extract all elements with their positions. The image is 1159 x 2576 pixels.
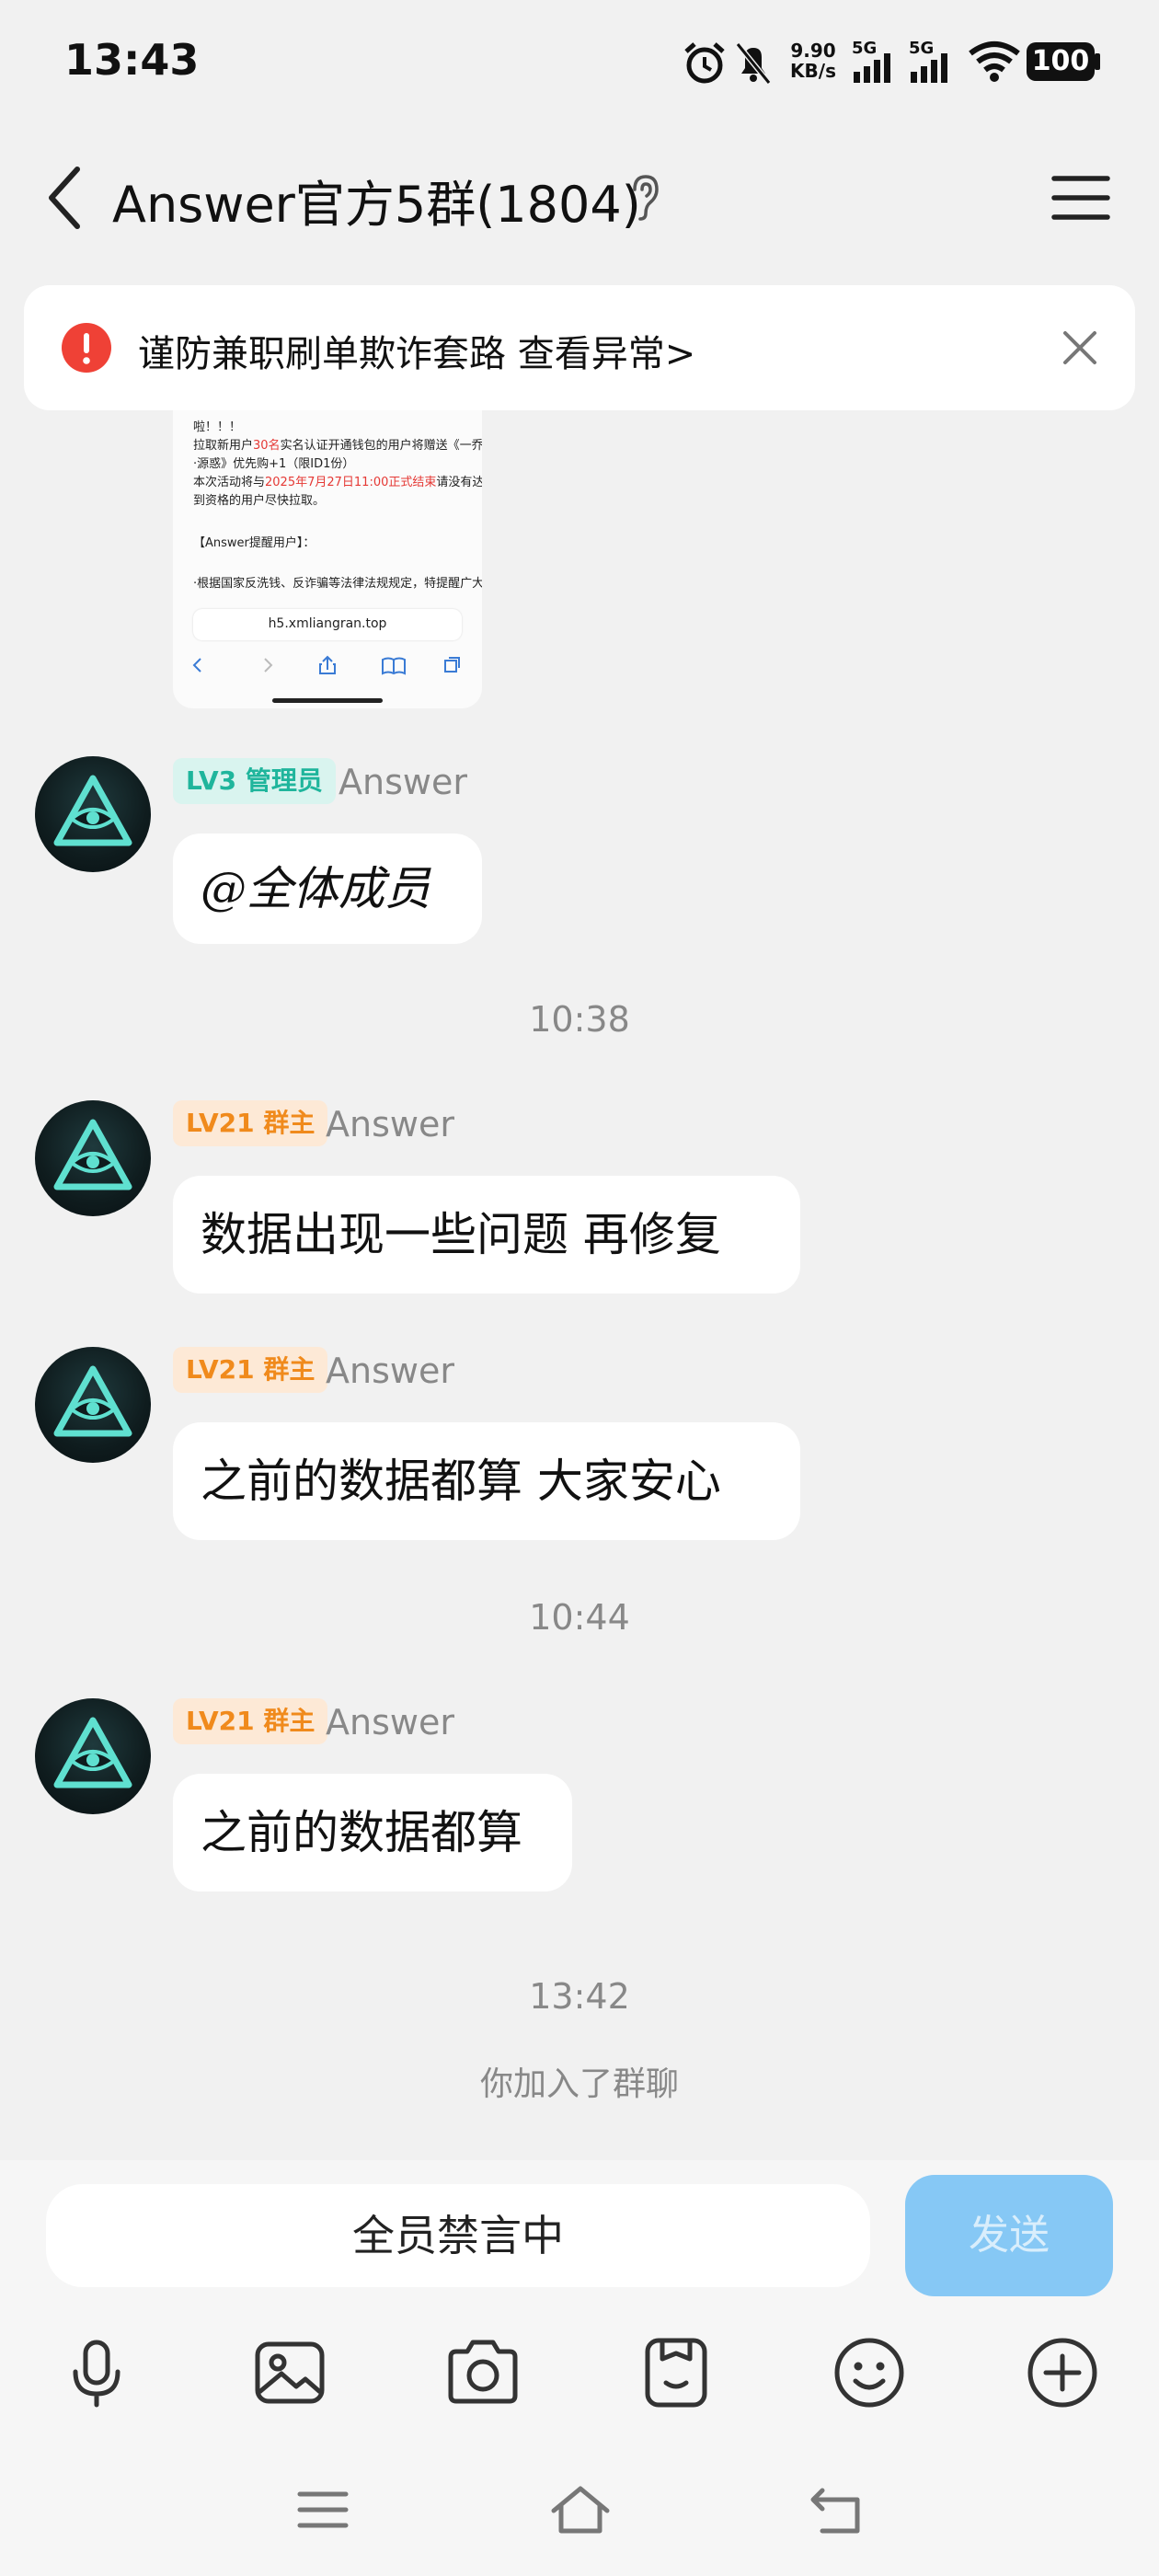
send-button[interactable]: 发送 <box>905 2175 1113 2296</box>
menu-icon[interactable] <box>291 2478 355 2542</box>
alert-icon <box>62 323 111 373</box>
sender-name[interactable]: Answer <box>339 762 467 802</box>
battery-indicator: 100 <box>1027 42 1095 81</box>
fraud-warning-banner[interactable]: 谨防兼职刷单欺诈套路 查看异常> <box>24 285 1135 410</box>
eye-triangle-logo-icon <box>53 1365 132 1437</box>
avatar[interactable] <box>35 1347 151 1463</box>
chat-menu-button[interactable] <box>1049 166 1113 230</box>
signal-2: 5G <box>909 39 955 85</box>
system-notice: 你加入了群聊 <box>479 2065 679 2103</box>
eye-triangle-logo-icon <box>53 775 132 846</box>
timestamp: 10:38 <box>529 999 630 1040</box>
mute-bell-icon <box>735 42 772 85</box>
sender-name[interactable]: Answer <box>326 1104 454 1144</box>
sticker-icon[interactable] <box>635 2331 717 2414</box>
avatar[interactable] <box>35 756 151 872</box>
status-bar: 13:43 9.90 KB/s 5G 5G 100 <box>0 0 1159 129</box>
shot-home-indicator <box>272 698 383 703</box>
emoji-icon[interactable] <box>828 2331 911 2414</box>
input-area: 全员禁言中 发送 <box>0 2160 1159 2576</box>
message-bubble[interactable]: @全体成员 <box>173 834 482 944</box>
role-badge: LV21 群主 <box>173 1100 328 1146</box>
shot-text-line: 到资格的用户尽快拉取。 <box>193 494 326 508</box>
home-icon[interactable] <box>548 2478 613 2542</box>
plus-icon[interactable] <box>1021 2331 1104 2414</box>
avatar[interactable] <box>35 1698 151 1814</box>
message-bubble[interactable]: 之前的数据都算 <box>173 1774 572 1892</box>
role-badge: LV3 管理员 <box>173 758 336 804</box>
close-icon[interactable] <box>1054 322 1106 374</box>
net-speed: 9.90 KB/s <box>790 40 836 82</box>
role-badge: LV21 群主 <box>173 1347 328 1393</box>
earpiece-mode-icon[interactable] <box>625 171 666 223</box>
shot-url-bar: h5.xmliangran.top <box>193 609 462 640</box>
chat-header: Answer官方5群(1804) <box>0 129 1159 267</box>
sender-name[interactable]: Answer <box>326 1702 454 1742</box>
back-button[interactable] <box>37 158 101 237</box>
shot-text-line: 【Answer提醒用户】： <box>193 536 316 550</box>
message-input[interactable]: 全员禁言中 <box>46 2184 870 2287</box>
message-bubble[interactable]: 数据出现一些问题 再修复 <box>173 1176 800 1294</box>
shot-browser-toolbar <box>192 655 460 675</box>
alarm-icon <box>684 42 725 84</box>
shot-text-line: 拉取新用户30名实名认证开通钱包的用户将赠送《一乔 <box>193 439 482 453</box>
shot-text-line: 本次活动将与2025年7月27日11:00正式结束请没有达 <box>193 476 482 489</box>
shot-text-line: 啦！！！ <box>193 420 242 434</box>
sender-name[interactable]: Answer <box>326 1351 454 1391</box>
role-badge: LV21 群主 <box>173 1698 328 1744</box>
timestamp: 10:44 <box>529 1597 630 1638</box>
signal-1: 5G <box>852 39 898 85</box>
battery-tip <box>1095 53 1100 70</box>
eye-triangle-logo-icon <box>53 1119 132 1190</box>
image-icon[interactable] <box>248 2331 331 2414</box>
status-time: 13:43 <box>64 35 200 85</box>
banner-text[interactable]: 谨防兼职刷单欺诈套路 查看异常> <box>138 324 695 377</box>
shot-text-line: ·源惑》优先购+1（限ID1份） <box>193 457 355 471</box>
microphone-icon[interactable] <box>55 2331 138 2414</box>
avatar[interactable] <box>35 1100 151 1216</box>
wifi-icon <box>969 41 1020 82</box>
shot-text-line: ·根据国家反洗钱、反诈骗等法律法规规定，特提醒广大 <box>193 577 482 591</box>
back-icon[interactable] <box>806 2478 870 2542</box>
timestamp: 13:42 <box>529 1976 630 2017</box>
message-bubble[interactable]: 之前的数据都算 大家安心 <box>173 1422 800 1540</box>
eye-triangle-logo-icon <box>53 1717 132 1788</box>
chat-title[interactable]: Answer官方5群(1804) <box>112 164 641 236</box>
shared-screenshot-image[interactable]: 啦！！！ 拉取新用户30名实名认证开通钱包的用户将赠送《一乔 ·源惑》优先购+1… <box>173 410 482 708</box>
camera-icon[interactable] <box>442 2331 524 2414</box>
shot-url: h5.xmliangran.top <box>268 616 387 631</box>
